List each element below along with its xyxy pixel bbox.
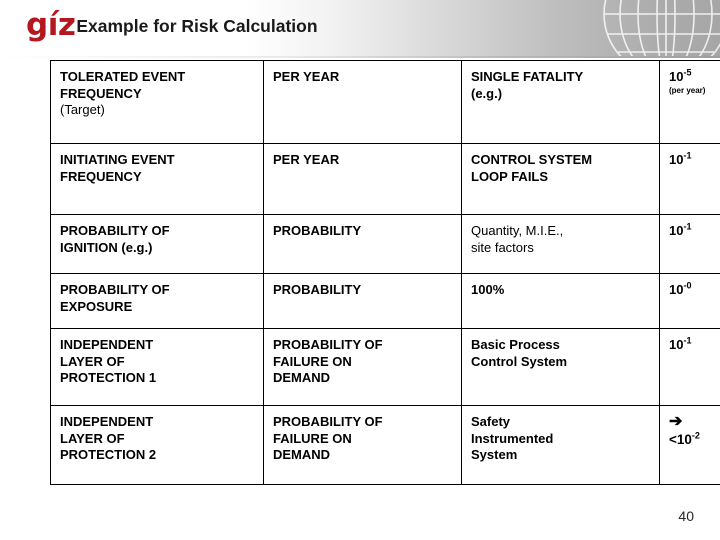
table-cell-category: PROBABILITY OF IGNITION (e.g.) — [50, 214, 264, 274]
value-exponential: 10-1 — [669, 335, 692, 352]
table-cell-category: TOLERATED EVENT FREQUENCY (Target) — [50, 60, 264, 144]
cell-text: site factors — [471, 239, 534, 255]
cell-text: Instrumented — [471, 430, 554, 446]
cell-text: PROTECTION 1 — [60, 370, 157, 385]
cell-text: LOOP FAILS — [471, 168, 549, 184]
cell-text: PROBABILITY — [273, 223, 362, 238]
value-exponential: 10-1 — [669, 221, 692, 238]
table-row: INITIATING EVENT FREQUENCY PER YEAR CONT… — [50, 143, 720, 215]
cell-text: LAYER OF — [60, 430, 125, 446]
cell-text: FREQUENCY — [60, 168, 142, 184]
cell-text: IGNITION (e.g.) — [60, 239, 153, 255]
cell-text: 100% — [471, 282, 505, 297]
table-cell-value-highlight: ➔ <10-2 — [659, 405, 720, 485]
cell-text: Basic Process — [471, 337, 560, 352]
cell-text: PROBABILITY OF — [273, 337, 383, 352]
cell-text: CONTROL SYSTEM — [471, 152, 593, 167]
cell-text: Control System — [471, 353, 568, 369]
cell-text: EXPOSURE — [60, 298, 133, 314]
table-cell-description: Safety Instrumented System — [461, 405, 660, 485]
table-cell-value: 10-1 — [659, 214, 720, 274]
cell-text: FAILURE ON — [273, 353, 352, 369]
cell-text: PROTECTION 2 — [60, 447, 157, 462]
cell-text: FREQUENCY — [60, 85, 142, 101]
table-cell-description: Basic Process Control System — [461, 328, 660, 406]
table-cell-description: SINGLE FATALITY (e.g.) — [461, 60, 660, 144]
table-row: PROBABILITY OF IGNITION (e.g.) PROBABILI… — [50, 214, 720, 274]
table-cell-value: 10-1 — [659, 143, 720, 215]
cell-text: INDEPENDENT — [60, 337, 154, 352]
table-cell-category: INDEPENDENT LAYER OF PROTECTION 2 — [50, 405, 264, 485]
globe-wireframe-icon — [603, 0, 720, 56]
table-row: PROBABILITY OF EXPOSURE PROBABILITY 100%… — [50, 273, 720, 329]
cell-text: (Target) — [60, 102, 105, 117]
brand-row: gíz Example for Risk Calculation — [26, 7, 318, 43]
table-cell-value: 10-5 (per year) — [659, 60, 720, 144]
table-cell-unit: PROBABILITY — [263, 214, 462, 274]
value-threshold: <10-2 — [669, 430, 700, 447]
value-exponential: 10-5 — [669, 67, 692, 84]
cell-text: Safety — [471, 414, 511, 429]
cell-text: PROBABILITY OF — [273, 414, 383, 429]
header-divider — [0, 56, 720, 58]
table-cell-value: 10-1 — [659, 328, 720, 406]
cell-text: PROBABILITY — [273, 282, 362, 297]
cell-text: (e.g.) — [471, 85, 503, 101]
table-cell-unit: PROBABILITY — [263, 273, 462, 329]
value-exponential: 10-0 — [669, 280, 692, 297]
table-cell-unit: PROBABILITY OF FAILURE ON DEMAND — [263, 328, 462, 406]
cell-text: TOLERATED EVENT — [60, 69, 186, 84]
table-cell-description: CONTROL SYSTEM LOOP FAILS — [461, 143, 660, 215]
cell-text: PROBABILITY OF — [60, 282, 170, 297]
cell-text: DEMAND — [273, 447, 331, 462]
table-cell-unit: PER YEAR — [263, 60, 462, 144]
cell-text: Quantity, M.I.E., — [471, 223, 564, 238]
value-note: (per year) — [669, 85, 706, 95]
cell-text: System — [471, 447, 518, 462]
cell-text: INITIATING EVENT — [60, 152, 175, 167]
table-cell-category: INITIATING EVENT FREQUENCY — [50, 143, 264, 215]
arrow-right-icon: ➔ — [669, 413, 683, 430]
table-cell-value: 10-0 — [659, 273, 720, 329]
cell-text: FAILURE ON — [273, 430, 352, 446]
risk-calculation-table: TOLERATED EVENT FREQUENCY (Target) PER Y… — [50, 60, 720, 485]
table-row: INDEPENDENT LAYER OF PROTECTION 2 PROBAB… — [50, 405, 720, 485]
table-cell-category: INDEPENDENT LAYER OF PROTECTION 1 — [50, 328, 264, 406]
table-row: TOLERATED EVENT FREQUENCY (Target) PER Y… — [50, 60, 720, 144]
page-number: 40 — [678, 508, 694, 524]
cell-text: LAYER OF — [60, 353, 125, 369]
cell-text: PROBABILITY OF — [60, 223, 170, 238]
table-cell-unit: PROBABILITY OF FAILURE ON DEMAND — [263, 405, 462, 485]
table-cell-description: 100% — [461, 273, 660, 329]
cell-text: INDEPENDENT — [60, 414, 154, 429]
table-row: INDEPENDENT LAYER OF PROTECTION 1 PROBAB… — [50, 328, 720, 406]
giz-logo: gíz — [26, 7, 76, 43]
value-exponential: 10-1 — [669, 150, 692, 167]
table-cell-unit: PER YEAR — [263, 143, 462, 215]
page-title: Example for Risk Calculation — [76, 16, 318, 36]
table-cell-category: PROBABILITY OF EXPOSURE — [50, 273, 264, 329]
cell-text: PER YEAR — [273, 69, 340, 84]
cell-text: SINGLE FATALITY — [471, 69, 584, 84]
cell-text: DEMAND — [273, 370, 331, 385]
table-cell-description: Quantity, M.I.E., site factors — [461, 214, 660, 274]
cell-text: PER YEAR — [273, 152, 340, 167]
